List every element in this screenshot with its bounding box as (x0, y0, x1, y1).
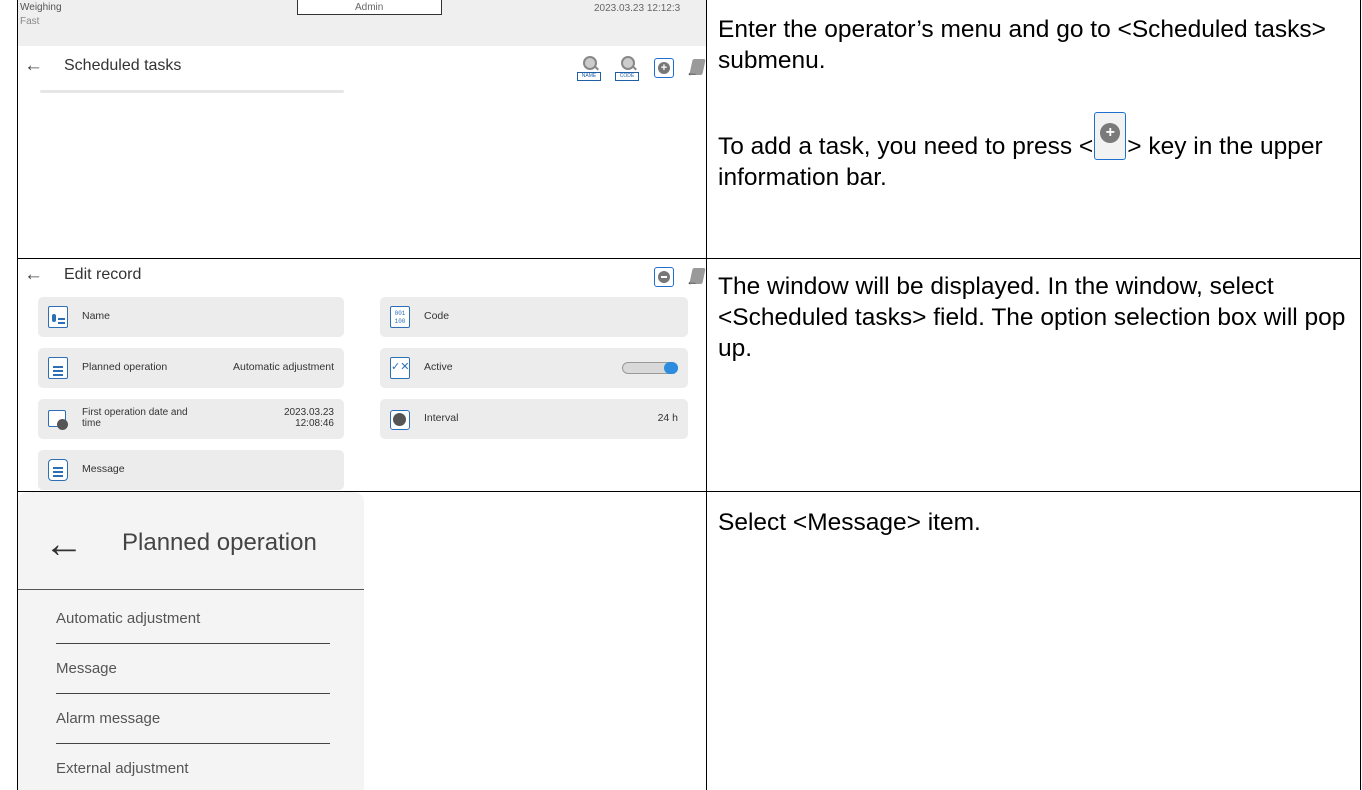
mode-label: Weighing (20, 2, 62, 13)
step-2-text: The window will be displayed. In the win… (718, 271, 1358, 364)
name-field-label: Name (82, 310, 111, 322)
option-divider (56, 643, 330, 644)
exit-icon[interactable]: ← (686, 57, 706, 78)
first-operation-field[interactable]: First operation date and time 2023.03.23… (38, 399, 344, 439)
code-field-label: Code (424, 310, 450, 322)
page-title: Scheduled tasks (64, 57, 182, 74)
step-1-text: Enter the operator’s menu and go to <Sch… (718, 14, 1358, 193)
scheduled-tasks-screen: Weighing Fast Admin 2023.03.23 12:12:3 ←… (18, 0, 706, 258)
table-right-border (1360, 0, 1361, 790)
step-1-text-before-key: To add a task, you need to press < (718, 133, 1094, 160)
panel-title: Planned operation (122, 529, 317, 556)
search-name-icon[interactable]: NAME (577, 56, 601, 81)
first-operation-time: 12:08:46 (295, 418, 334, 429)
clock-icon (390, 408, 410, 430)
table-middle-border (706, 0, 707, 790)
first-operation-date: 2023.03.23 (283, 407, 334, 418)
message-field[interactable]: Message (38, 450, 344, 490)
add-icon[interactable]: + (654, 58, 674, 78)
active-label: Active (424, 361, 453, 373)
planned-operation-screen: ← Planned operation Automatic adjustment… (18, 492, 706, 790)
search-code-icon[interactable]: CODE (615, 56, 639, 81)
planned-operation-value: Automatic adjustment (233, 361, 334, 373)
back-arrow-icon[interactable]: ← (24, 55, 43, 77)
first-operation-label: First operation date and time (82, 407, 188, 429)
code-field[interactable]: 001 100 Code (380, 297, 688, 337)
search-name-label: NAME (577, 72, 601, 81)
message-label: Message (82, 463, 125, 475)
list-scrollbar (40, 90, 344, 93)
option-divider (56, 693, 330, 694)
option-external-adjustment[interactable]: External adjustment (56, 760, 189, 777)
checkbox-icon: ✓✕ (390, 357, 410, 379)
user-label: Admin (355, 2, 384, 13)
step-3-paragraph: Select <Message> item. (718, 509, 981, 536)
option-automatic-adjustment[interactable]: Automatic adjustment (56, 610, 200, 627)
step-2-paragraph: The window will be displayed. In the win… (718, 273, 1346, 362)
exit-icon[interactable]: ← (686, 266, 706, 287)
interval-value: 24 h (657, 412, 678, 424)
document-icon (48, 357, 68, 379)
step-1-paragraph-1: Enter the operator’s menu and go to <Sch… (718, 16, 1326, 74)
title-divider (18, 589, 364, 590)
add-key-icon: + (1094, 112, 1127, 160)
print-icon[interactable] (654, 267, 674, 287)
first-operation-value: 2023.03.23 12:08:46 (284, 407, 334, 429)
calendar-clock-icon (48, 408, 68, 430)
option-alarm-message[interactable]: Alarm message (56, 710, 160, 727)
step-1-paragraph-2: To add a task, you need to press < + > key… (718, 112, 1358, 193)
back-arrow-icon[interactable]: ← (24, 264, 43, 286)
edit-record-screen: ← Edit record ← Name 001 100 Code Planned… (18, 259, 706, 491)
speed-label: Fast (20, 16, 40, 27)
search-code-label: CODE (615, 72, 639, 81)
interval-label: Interval (424, 412, 459, 424)
interval-field[interactable]: Interval 24 h (380, 399, 688, 439)
active-toggle[interactable] (622, 362, 678, 374)
name-field[interactable]: Name (38, 297, 344, 337)
step-3-text: Select <Message> item. (718, 507, 1358, 538)
code-card-icon: 001 100 (390, 306, 410, 328)
option-selection-panel: ← Planned operation Automatic adjustment… (18, 492, 364, 790)
planned-operation-label: Planned operation (82, 361, 168, 373)
page-title: Edit record (64, 266, 142, 283)
active-field[interactable]: ✓✕ Active (380, 348, 688, 388)
planned-operation-field[interactable]: Planned operation Automatic adjustment (38, 348, 344, 388)
datetime-label: 2023.03.23 12:12:3 (594, 3, 681, 14)
name-card-icon (48, 306, 68, 328)
option-divider (56, 743, 330, 744)
option-message[interactable]: Message (56, 660, 117, 677)
message-icon (48, 459, 68, 481)
back-arrow-icon[interactable]: ← (44, 522, 84, 566)
info-bar: Weighing Fast Admin 2023.03.23 12:12:3 (18, 0, 706, 46)
